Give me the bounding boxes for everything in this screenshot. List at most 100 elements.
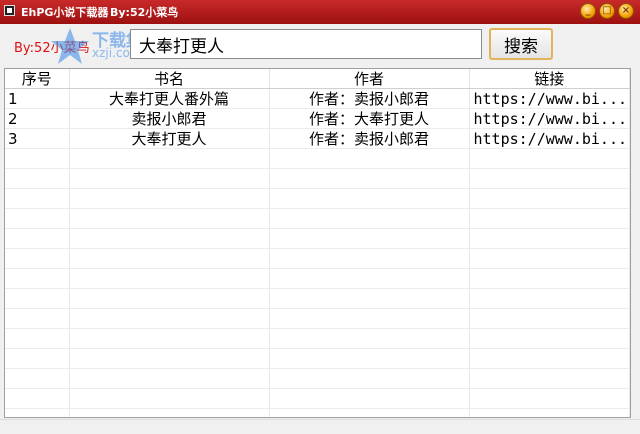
results-table[interactable]: 序号 书名 作者 链接 1 大奉打更人番外篇 作者：卖报小郎君 https://… (4, 68, 631, 418)
empty-cell (469, 148, 630, 169)
empty-cell (469, 168, 630, 189)
cell-name: 大奉打更人 (69, 128, 270, 149)
empty-cell (269, 388, 470, 409)
empty-cell (5, 208, 70, 229)
empty-cell (5, 348, 70, 369)
cell-index: 3 (5, 128, 70, 149)
empty-cell (269, 288, 470, 309)
empty-table-row (5, 268, 630, 289)
empty-table-row (5, 308, 630, 329)
empty-table-row (5, 248, 630, 269)
empty-cell (5, 168, 70, 189)
empty-cell (469, 268, 630, 289)
cell-index: 1 (5, 88, 70, 109)
minimize-button[interactable]: _ (580, 3, 596, 19)
empty-cell (469, 228, 630, 249)
empty-cell (69, 268, 270, 289)
cell-name: 卖报小郎君 (69, 108, 270, 129)
search-input[interactable] (130, 29, 482, 59)
column-header-link[interactable]: 链接 (469, 69, 630, 89)
empty-cell (69, 328, 270, 349)
empty-cell (469, 388, 630, 409)
table-row[interactable]: 2 卖报小郎君 作者：大奉打更人 https://www.bi... (5, 108, 630, 129)
app-icon (4, 5, 15, 16)
empty-cell (469, 188, 630, 209)
empty-cell (5, 268, 70, 289)
empty-cell (269, 408, 470, 417)
window-title-author: By:52小菜鸟 (110, 6, 179, 19)
empty-cell (269, 328, 470, 349)
empty-table-row (5, 368, 630, 389)
empty-cell (5, 328, 70, 349)
empty-table-row (5, 148, 630, 169)
empty-cell (5, 148, 70, 169)
empty-cell (469, 348, 630, 369)
empty-cell (269, 308, 470, 329)
empty-cell (69, 188, 270, 209)
empty-cell (69, 168, 270, 189)
empty-cell (69, 348, 270, 369)
empty-cell (469, 248, 630, 269)
search-toolbar: By:52小菜鸟 下载集 xzji.com 搜索 (0, 24, 640, 67)
empty-cell (69, 288, 270, 309)
empty-table-row (5, 328, 630, 349)
close-icon: × (621, 5, 631, 16)
empty-cell (269, 368, 470, 389)
empty-cell (5, 308, 70, 329)
empty-cell (269, 348, 470, 369)
column-header-name[interactable]: 书名 (69, 69, 270, 89)
cell-link[interactable]: https://www.bi... (469, 108, 630, 129)
empty-cell (269, 148, 470, 169)
window-title: EhPG小说下载器 (21, 6, 109, 19)
empty-table-row (5, 348, 630, 369)
empty-cell (69, 308, 270, 329)
empty-cell (469, 208, 630, 229)
table-body: 1 大奉打更人番外篇 作者：卖报小郎君 https://www.bi... 2 … (5, 88, 630, 417)
cell-link[interactable]: https://www.bi... (469, 88, 630, 109)
empty-cell (269, 188, 470, 209)
empty-cell (269, 228, 470, 249)
maximize-icon: □ (602, 5, 612, 16)
column-header-author[interactable]: 作者 (269, 69, 470, 89)
minimize-icon: _ (585, 5, 591, 16)
empty-table-row (5, 388, 630, 409)
empty-cell (5, 388, 70, 409)
empty-cell (469, 328, 630, 349)
cell-name: 大奉打更人番外篇 (69, 88, 270, 109)
empty-cell (69, 248, 270, 269)
table-row[interactable]: 3 大奉打更人 作者：卖报小郎君 https://www.bi... (5, 128, 630, 149)
empty-cell (469, 368, 630, 389)
empty-cell (69, 228, 270, 249)
empty-cell (269, 248, 470, 269)
title-bar[interactable]: EhPG小说下载器 By:52小菜鸟 _ □ × (0, 0, 640, 25)
cell-link[interactable]: https://www.bi... (469, 128, 630, 149)
column-header-index[interactable]: 序号 (5, 69, 70, 89)
empty-cell (69, 368, 270, 389)
cell-author: 作者：大奉打更人 (269, 108, 470, 129)
empty-cell (269, 168, 470, 189)
empty-table-row (5, 288, 630, 309)
empty-cell (5, 368, 70, 389)
empty-cell (469, 288, 630, 309)
empty-cell (69, 148, 270, 169)
empty-cell (269, 208, 470, 229)
table-row[interactable]: 1 大奉打更人番外篇 作者：卖报小郎君 https://www.bi... (5, 88, 630, 109)
search-button[interactable]: 搜索 (489, 28, 553, 60)
status-bar (0, 419, 640, 434)
empty-cell (5, 288, 70, 309)
table-header-row: 序号 书名 作者 链接 (5, 69, 630, 89)
empty-cell (469, 408, 630, 417)
empty-cell (469, 308, 630, 329)
empty-table-row (5, 408, 630, 417)
empty-cell (5, 188, 70, 209)
app-window: EhPG小说下载器 By:52小菜鸟 _ □ × By:52小菜鸟 下载集 xz… (0, 0, 640, 434)
empty-table-row (5, 228, 630, 249)
empty-cell (5, 228, 70, 249)
empty-cell (5, 408, 70, 417)
empty-table-row (5, 188, 630, 209)
close-button[interactable]: × (618, 3, 634, 19)
watermark-star-icon (51, 28, 89, 64)
cell-author: 作者：卖报小郎君 (269, 128, 470, 149)
empty-cell (69, 408, 270, 417)
maximize-button[interactable]: □ (599, 3, 615, 19)
